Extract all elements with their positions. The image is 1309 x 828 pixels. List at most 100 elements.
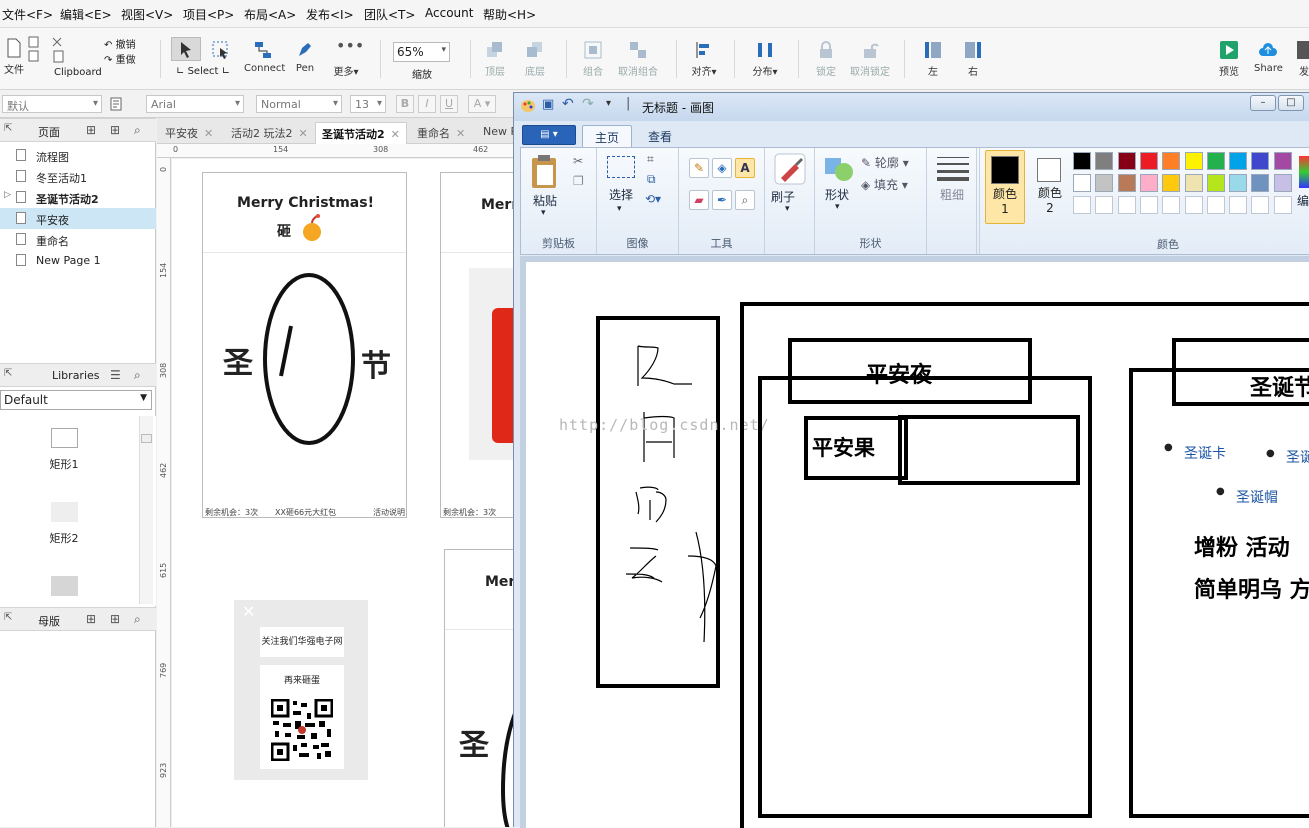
menu-icon[interactable]: ☰ [110,368,121,382]
search-icon[interactable]: ⌕ [134,368,141,383]
add-master-icon[interactable]: ⊞ [86,612,96,626]
file-button[interactable]: 文件 [2,38,26,76]
palette-swatch[interactable] [1229,152,1248,170]
select-icon[interactable] [607,156,635,178]
font-color-button[interactable]: A ▾ [468,95,496,113]
align-right-button[interactable]: 右 [960,40,986,78]
edit-colors-button[interactable]: 编辑 [1297,192,1309,209]
palette-swatch[interactable] [1073,174,1091,192]
undo-button[interactable]: ↶ 撤销 [104,36,136,51]
style-select[interactable]: 默认 [2,95,102,113]
page-item-rename[interactable]: 重命名 [0,229,156,250]
shapes-icon[interactable] [823,154,855,184]
send-bottom-button[interactable]: 底层 [522,40,548,78]
bold-button[interactable]: B [396,95,414,113]
library-item-rect2[interactable]: 矩形2 [24,502,104,546]
palette-swatch[interactable] [1206,174,1225,192]
crop-icon[interactable]: ⌗ [647,152,654,167]
christmas-card-2[interactable]: Merr 剩余机会：3次 [440,172,517,518]
color-picker-icon[interactable]: ✒ [712,190,732,210]
palette-swatch[interactable] [1273,174,1292,192]
close-icon[interactable]: ✕ [242,602,255,621]
align-left-button[interactable]: 左 [920,40,946,78]
tab-home[interactable]: 主页 [582,125,633,147]
scroll-thumb[interactable] [141,434,152,443]
brush-icon[interactable] [773,152,807,186]
connect-tool[interactable]: Connect [244,40,285,74]
palette-custom-swatch[interactable] [1206,196,1225,214]
italic-button[interactable]: I [418,95,436,113]
bring-top-button[interactable]: 顶层 [482,40,508,78]
paste-button[interactable]: 粘贴 [533,192,557,209]
palette-swatch[interactable] [1139,152,1158,170]
play-again-button[interactable]: 再来砸蛋 [260,673,344,686]
thickness-button[interactable]: 粗细 [935,188,969,202]
magnifier-icon[interactable]: ⌕ [735,190,755,210]
menu-team[interactable]: 团队<T> [364,6,415,23]
palette-custom-swatch[interactable] [1273,196,1292,214]
pen-tool[interactable]: Pen [294,40,316,74]
pencil-icon[interactable]: ✎ [689,158,709,178]
palette-custom-swatch[interactable] [1095,196,1114,214]
quick-save-icon[interactable]: ▣ [542,97,554,112]
page-item-new[interactable]: New Page 1 [0,250,156,271]
ungroup-button[interactable]: 取消组合 [618,40,658,78]
palette-swatch[interactable] [1095,152,1114,170]
add-folder-icon[interactable]: ⊞ [110,123,120,137]
follow-popup[interactable]: ✕ 关注我们华强电子网 再来砸蛋 [234,600,368,780]
paint-canvas[interactable]: http://blog.csdn.net/ 平安夜 平安果 圣诞节 ● 圣诞卡 … [526,262,1309,828]
shape-button[interactable]: 形状 [825,186,849,203]
maximize-button[interactable]: □ [1278,95,1304,111]
redo-icon[interactable]: ↷ [582,96,594,112]
palette-swatch[interactable] [1251,174,1270,192]
close-icon[interactable]: ✕ [299,127,308,140]
edit-colors-icon[interactable] [1299,156,1309,188]
menu-publish[interactable]: 发布<I> [306,6,354,23]
palette-swatch[interactable] [1117,174,1136,192]
paint-window[interactable]: ▣ ↶ ↷ ▾ | 无标题 - 画图 – □ ▤ ▾ 主页 查看 粘贴 ▾ ✂ … [513,92,1309,828]
menu-layout[interactable]: 布局<A> [244,6,296,23]
christmas-card-1[interactable]: Merry Christmas! 砸 圣 节 剩余机会：3次 XX砸66元大红包… [202,172,407,518]
collapse-icon[interactable]: ⇱ [4,612,12,623]
tab-view[interactable]: 查看 [636,125,684,147]
rotate-icon[interactable]: ⟲▾ [645,192,661,206]
palette-custom-swatch[interactable] [1229,196,1248,214]
thickness-icon[interactable] [937,156,969,182]
select-contained-icon[interactable] [211,40,231,60]
palette-custom-swatch[interactable] [1162,196,1181,214]
library-item-rect1[interactable]: 矩形1 [24,428,104,472]
cut-icon[interactable]: ✂ [573,154,583,168]
palette-custom-swatch[interactable] [1184,196,1203,214]
palette-swatch[interactable] [1184,174,1203,192]
tab-rename[interactable]: 重命名 ✕ [411,122,471,144]
collapse-icon[interactable]: ⇱ [4,123,12,134]
add-page-icon[interactable]: ⊞ [86,123,96,137]
palette-swatch[interactable] [1139,174,1158,192]
page-item-flowchart[interactable]: 流程图 [0,145,156,166]
tab-christmas[interactable]: 圣诞节活动2 ✕ [315,122,407,144]
design-canvas[interactable]: Merry Christmas! 砸 圣 节 剩余机会：3次 XX砸66元大红包… [172,159,517,827]
collapse-icon[interactable]: ⇱ [4,368,12,379]
undo-icon[interactable]: ↶ [562,96,574,112]
font-select[interactable]: Arial [146,95,244,113]
outline-button[interactable]: ✎ 轮廓 ▾ [861,154,909,171]
page-item-eve[interactable]: 平安夜 [0,208,156,229]
close-icon[interactable]: ✕ [391,128,400,141]
lock-button[interactable]: 锁定 [814,40,838,78]
close-icon[interactable]: ✕ [456,127,465,140]
palette-swatch[interactable] [1206,152,1225,170]
palette-swatch[interactable] [1162,174,1181,192]
palette-custom-swatch[interactable] [1073,196,1091,214]
close-icon[interactable]: ✕ [204,127,213,140]
select-button[interactable]: 选择 [609,186,633,203]
page-item-winter[interactable]: 冬至活动1 [0,166,156,187]
minimize-button[interactable]: – [1250,95,1276,111]
resize-icon[interactable]: ⧉ [647,172,656,187]
paste-icon[interactable] [529,154,563,190]
menu-account[interactable]: Account [425,6,473,20]
fill-button[interactable]: ◈ 填充 ▾ [861,176,908,193]
color1-button[interactable]: 颜色 1 [985,150,1025,224]
page-item-christmas[interactable]: ▷ 圣诞节活动2 [0,187,156,208]
palette-custom-swatch[interactable] [1117,196,1136,214]
select-tool[interactable] [171,37,201,61]
